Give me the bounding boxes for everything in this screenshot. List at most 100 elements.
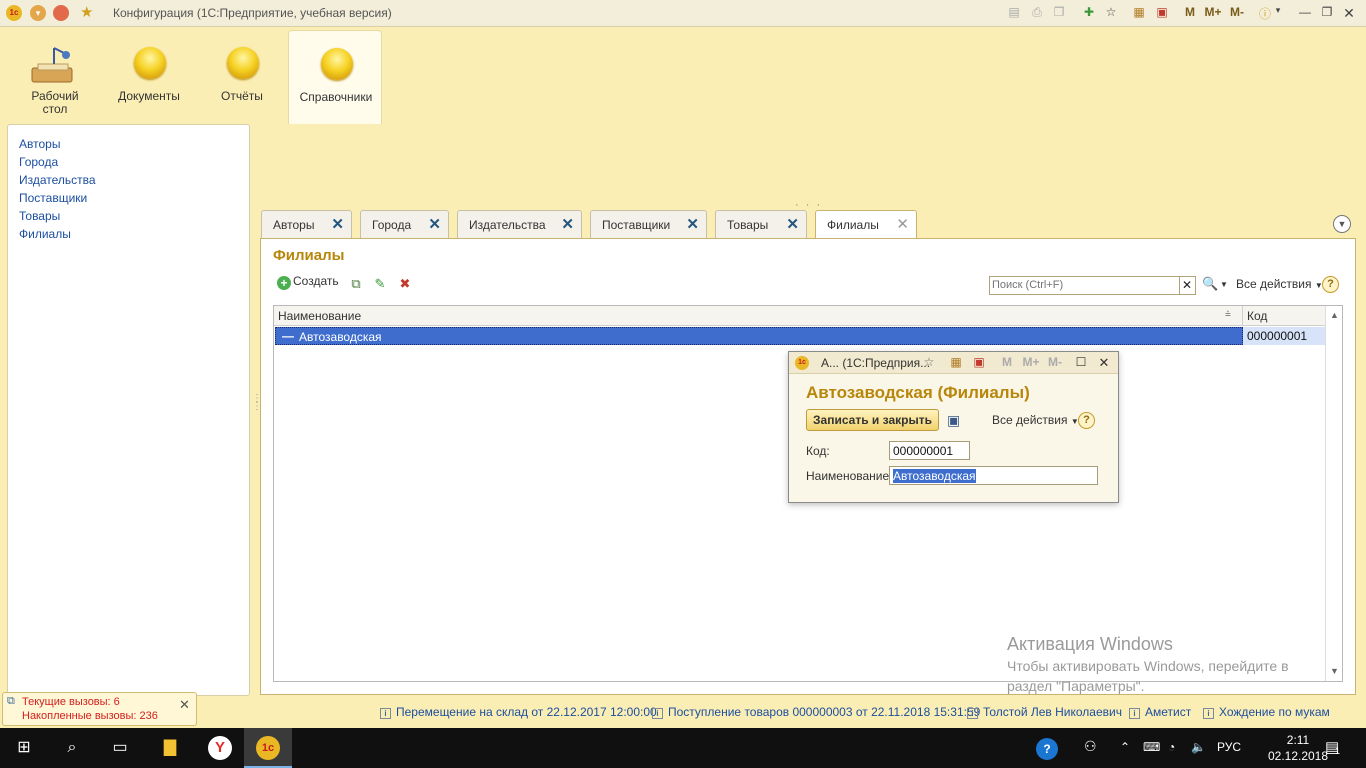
save-icon[interactable]: ▤: [1004, 5, 1024, 19]
volume-icon[interactable]: 🔈: [1191, 740, 1206, 754]
calendar-icon[interactable]: ▣: [970, 355, 988, 369]
section-desktop[interactable]: Рабочий стол: [8, 30, 102, 124]
search-dropdown-icon[interactable]: ▼: [1216, 277, 1232, 293]
status-link-author[interactable]: i Толстой Лев Николаевич: [967, 705, 1122, 719]
wifi-icon[interactable]: ◔: [1168, 740, 1175, 754]
search-clear-icon[interactable]: ✕: [1179, 277, 1194, 294]
all-actions-menu[interactable]: Все действия ▼: [1236, 277, 1323, 291]
save-icon[interactable]: ▣: [947, 412, 960, 429]
status-link-book[interactable]: i Хождение по мукам: [1203, 705, 1330, 719]
favorites-icon[interactable]: ☆: [920, 355, 938, 369]
menu-dropdown-icon[interactable]: ▾: [30, 5, 46, 21]
language-indicator[interactable]: РУС: [1217, 740, 1241, 754]
calendar-icon[interactable]: ▣: [1152, 5, 1172, 19]
close-icon[interactable]: ✕: [1339, 5, 1359, 22]
tab-branches[interactable]: Филиалы ✕: [815, 210, 917, 239]
restore-icon[interactable]: ❐: [1317, 5, 1337, 19]
tab-publishers[interactable]: Издательства ✕: [457, 210, 582, 238]
print-icon[interactable]: ⎙: [1027, 5, 1047, 20]
row-code-cell[interactable]: 000000001: [1243, 327, 1325, 345]
yandex-browser-icon[interactable]: Y: [196, 728, 244, 768]
column-sort-icon[interactable]: ⩮: [1225, 309, 1231, 320]
app-logo-icon: 1c: [795, 356, 809, 370]
memory-mplus-icon[interactable]: M+: [1020, 355, 1042, 369]
nav-item-cities[interactable]: Города: [19, 155, 58, 169]
memory-mplus-icon[interactable]: M+: [1203, 5, 1223, 19]
memory-mminus-icon[interactable]: M-: [1227, 5, 1247, 19]
taskbar-clock[interactable]: 2:11 02.12.2018: [1263, 732, 1333, 764]
task-view-icon[interactable]: ▭: [96, 728, 144, 768]
tabs-expand-icon[interactable]: ▼: [1333, 215, 1351, 233]
copy-item-icon[interactable]: ⧉: [348, 276, 364, 292]
clock-time: 2:11: [1286, 733, 1310, 747]
people-icon[interactable]: ⚇: [1084, 738, 1097, 755]
history-icon[interactable]: [53, 5, 69, 21]
start-windows-icon[interactable]: ⊞: [0, 728, 48, 768]
tab-cities[interactable]: Города ✕: [360, 210, 449, 238]
tab-close-icon[interactable]: ✕: [331, 215, 344, 233]
server-calls-icon: ⧉: [7, 695, 15, 707]
status-link-receipt[interactable]: i Поступление товаров 000000003 от 22.11.…: [652, 705, 980, 719]
maximize-icon[interactable]: ☐: [1072, 355, 1090, 369]
tab-close-icon[interactable]: ✕: [561, 215, 574, 233]
scroll-up-icon[interactable]: ▲: [1330, 310, 1339, 320]
calculator-icon[interactable]: ▦: [947, 355, 965, 369]
edit-pencil-icon[interactable]: ✎: [372, 276, 388, 292]
section-documents[interactable]: Документы: [102, 30, 196, 124]
tab-close-icon[interactable]: ✕: [786, 215, 799, 233]
tab-goods[interactable]: Товары ✕: [715, 210, 807, 238]
favorites-star-icon[interactable]: ★: [80, 5, 96, 21]
calls-close-icon[interactable]: ✕: [179, 697, 190, 713]
tab-close-icon[interactable]: ✕: [896, 215, 909, 233]
save-and-close-button[interactable]: Записать и закрыть: [806, 409, 939, 431]
favorites-icon[interactable]: ☆: [1101, 5, 1121, 19]
info-dropdown-icon[interactable]: ▾: [1268, 5, 1288, 16]
status-link-publisher[interactable]: i Аметист: [1129, 705, 1191, 719]
app-logo-icon[interactable]: 1c: [6, 5, 22, 21]
column-header-code[interactable]: Код: [1247, 309, 1267, 323]
file-explorer-icon[interactable]: ▇: [146, 728, 194, 768]
tab-authors[interactable]: Авторы ✕: [261, 210, 352, 238]
close-icon[interactable]: ✕: [1095, 355, 1113, 371]
help-icon[interactable]: ?: [1078, 412, 1095, 429]
tab-close-icon[interactable]: ✕: [428, 215, 441, 233]
name-field[interactable]: Автозаводская: [889, 466, 1098, 485]
scroll-down-icon[interactable]: ▼: [1330, 666, 1339, 676]
minimize-icon[interactable]: —: [1295, 5, 1315, 19]
code-label: Код:: [806, 444, 830, 458]
search-icon[interactable]: ⌕: [48, 728, 96, 768]
info-icon: i: [967, 708, 978, 719]
status-link-transfer[interactable]: i Перемещение на склад от 22.12.2017 12:0…: [380, 705, 657, 719]
notifications-icon[interactable]: ▤ 1: [1325, 738, 1340, 756]
memory-m-icon[interactable]: M: [1180, 5, 1200, 19]
app-1c-taskbar-icon[interactable]: 1c: [244, 728, 292, 768]
section-reports[interactable]: Отчёты: [195, 30, 289, 124]
table-row[interactable]: — Автозаводская: [275, 327, 1243, 345]
help-icon[interactable]: ?: [1322, 276, 1339, 293]
group-collapse-icon[interactable]: —: [282, 329, 294, 343]
create-button[interactable]: + Создать: [277, 274, 339, 296]
code-field[interactable]: 000000001: [889, 441, 970, 460]
tab-close-icon[interactable]: ✕: [686, 215, 699, 233]
search-input[interactable]: [992, 279, 1177, 291]
delete-mark-icon[interactable]: ✖: [397, 276, 413, 292]
column-header-name[interactable]: Наименование: [278, 309, 361, 323]
all-actions-menu[interactable]: Все действия ▼: [992, 413, 1079, 427]
memory-m-icon[interactable]: M: [998, 355, 1016, 369]
calculator-icon[interactable]: ▦: [1129, 5, 1149, 19]
copy-icon[interactable]: ❐: [1049, 5, 1069, 19]
keyboard-icon[interactable]: ⌨: [1143, 740, 1160, 754]
memory-mminus-icon[interactable]: M-: [1044, 355, 1066, 369]
nav-item-authors[interactable]: Авторы: [19, 137, 60, 151]
nav-item-goods[interactable]: Товары: [19, 209, 60, 223]
table-scrollbar[interactable]: ▲ ▼: [1325, 306, 1342, 681]
show-hidden-icons-icon[interactable]: ⌃: [1120, 740, 1130, 754]
nav-item-publishers[interactable]: Издательства: [19, 173, 96, 187]
tab-suppliers[interactable]: Поставщики ✕: [590, 210, 707, 238]
add-favorite-icon[interactable]: ✚: [1079, 5, 1099, 19]
section-catalogs[interactable]: Справочники: [288, 30, 382, 124]
column-divider[interactable]: [1242, 306, 1243, 326]
help-tray-icon[interactable]: ?: [1036, 738, 1058, 760]
nav-item-branches[interactable]: Филиалы: [19, 227, 71, 241]
nav-item-suppliers[interactable]: Поставщики: [19, 191, 87, 205]
